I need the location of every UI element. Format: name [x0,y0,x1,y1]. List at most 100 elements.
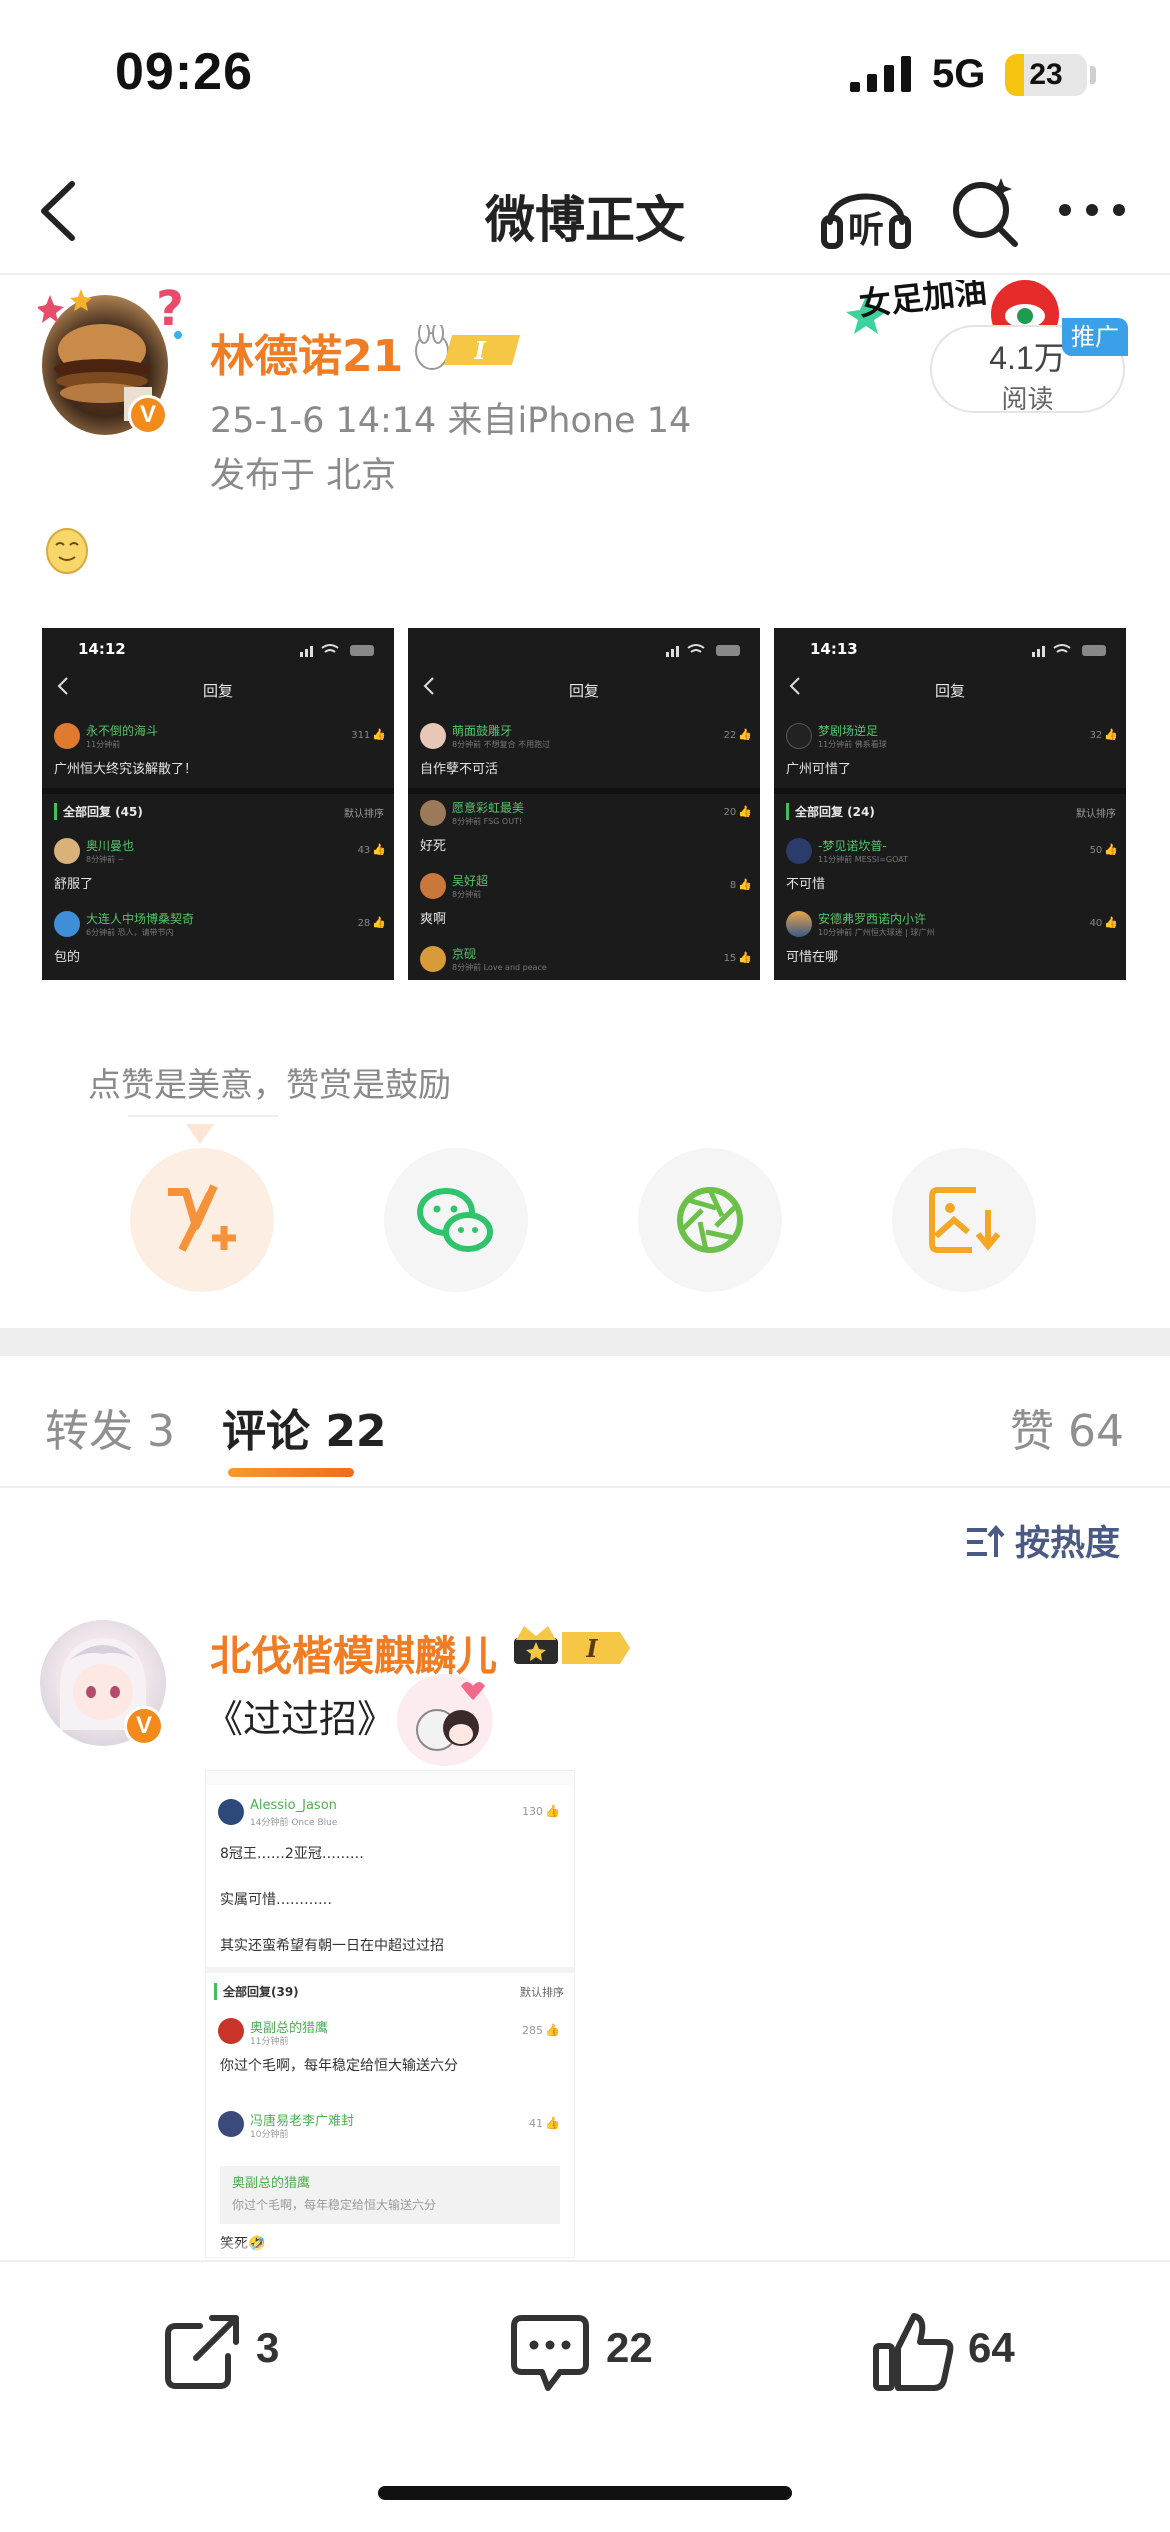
ci-sort: 默认排序 [520,1986,564,1999]
author-avatar[interactable]: ? V [38,285,184,440]
network-type: 5G [932,52,986,96]
thumb-name: 奥川曼也 [86,839,135,853]
reward-button[interactable] [130,1148,274,1292]
thumb-name: 大连人中场博桑契奇 [86,912,195,926]
party-decoration-icon: ? [38,285,184,339]
post-location: 发布于 北京 [210,456,397,496]
active-tab-indicator [228,1468,354,1477]
more-icon[interactable] [1055,180,1129,240]
thumb-likes: 8 [730,878,752,891]
thumb-divider [774,788,1126,794]
thumb-title: 回复 [934,682,965,700]
ci-sub: 10分钟前 [250,2130,289,2140]
sort-label: 按热度 [1015,1524,1121,1564]
thumb-section: 全部回复 (45) [54,803,143,820]
thumb-time: 14:13 [810,640,858,658]
thumb-likes: 32 [1090,728,1118,741]
reward-hint: 点赞是美意，赞赏是鼓励 [88,1065,451,1104]
ci-name: Alessio_Jason [250,1798,337,1813]
tab-comments[interactable]: 评论 22 [222,1395,387,1459]
battery-level: 23 [1029,58,1063,91]
share-wechat-button[interactable] [384,1148,528,1292]
save-image-icon [929,1187,1001,1253]
ci-section: 全部回复(39) [214,1983,299,2000]
ci-quote-text: 你过个毛啊，每年稳定给恒大输送六分 [232,2198,437,2212]
thumb-sub: 8分钟前 ~ [86,855,125,864]
share-arrow-icon [165,2315,239,2389]
verified-badge: V [128,395,168,435]
ci-line: 8冠王……2亚冠……… [220,1846,364,1862]
moments-aperture-icon [677,1187,743,1253]
thumb-likes: 43 [358,843,386,856]
share-moments-button[interactable] [638,1148,782,1292]
commenter-avatar[interactable]: V [40,1620,175,1750]
post-image-2[interactable]: 回复 萌面鼓雕牙 8分钟前 不想复合 不用跑过 22 自作孽不可活 愿意彩虹最美… [408,628,760,980]
author-name[interactable]: 林德诺21 [210,320,403,384]
home-indicator[interactable] [378,2486,792,2500]
save-image-button[interactable] [892,1148,1036,1292]
thumb-sub: 8分钟前 Love and peace [452,963,547,972]
ci-sub: 14分钟前 Once Blue [250,1818,338,1828]
thumb-text: 爽啊 [420,912,447,927]
thumb-status-icons [300,644,374,657]
thumb-sub: 8分钟前 [452,890,482,899]
ci-divider [206,1967,574,1973]
thumb-sub: 10分钟前 广州恒大球迷 | 球广州 [818,928,935,937]
comment-count: 22 [606,2324,653,2371]
smile-face-emoji [46,528,88,574]
thumb-likes: 40 [1090,916,1118,929]
ci-avatar [218,1799,244,1825]
ci-likes: 130 [522,1804,560,1818]
tooltip-pointer [186,1124,214,1144]
svg-text:?: ? [156,285,184,337]
thumb-title: 回复 [568,682,599,700]
listen-headphones-icon[interactable]: 听 [820,172,912,252]
repost-button[interactable]: 3 [160,2310,320,2394]
ad-tag: 推广 [1062,318,1128,356]
tab-repost[interactable]: 转发 3 [45,1395,175,1459]
thumb-text: 可惜在哪 [786,950,839,965]
thumb-avatar [786,723,812,749]
promo-sticker-text: 女足加油 [857,280,988,323]
member-level-badge: I [415,325,520,370]
thumb-sub: 6分钟前 恐人，请带节内 [86,928,174,937]
thumb-name: 京砚 [452,947,477,961]
like-count: 64 [968,2324,1015,2371]
wechat-icon [417,1188,493,1252]
svg-text:I: I [585,1634,598,1663]
signal-icon [850,56,911,92]
thumb-name: 永不倒的海斗 [86,724,159,738]
search-icon[interactable] [945,172,1025,252]
ci-sub: 11分钟前 [250,2037,289,2047]
thumb-likes: 15 [724,951,752,964]
read-label: 阅读 [1001,385,1054,415]
thumb-sort: 默认排序 [344,809,384,820]
post-image-1[interactable]: 14:12 回复 永不倒的海斗 11分钟前 311 广州恒大终究该解散了！ 全部… [42,628,394,980]
thumb-text: 不可惜 [786,877,826,892]
thumb-name: -梦见诺坎普- [818,839,887,853]
post-image-3[interactable]: 14:13 回复 梦剧场逆足 11分钟前 佛系看球 32 广州可惜了 全部回复 … [774,628,1126,980]
comment-image[interactable]: Alessio_Jason 14分钟前 Once Blue 130 8冠王……2… [205,1770,575,2258]
thumb-text: 自作孽不可活 [420,762,499,777]
reward-hint-underline [128,1115,278,1117]
thumb-sub: 11分钟前 佛系看球 [818,740,887,749]
ci-line: 其实还蛮希望有朝一日在中超过过招 [220,1938,444,1954]
thumb-likes: 28 [358,916,386,929]
thumb-avatar [54,911,80,937]
comment-button[interactable]: 22 [508,2310,698,2394]
thumb-sub: 11分钟前 MESSI=GOAT [818,855,908,864]
thumb-avatar [420,723,446,749]
thumb-title: 回复 [202,682,233,700]
thumb-likes: 311 [351,728,386,741]
thumb-text: 舒服了 [54,877,94,892]
thumb-text: 广州恒大终究该解散了！ [54,762,198,777]
like-button[interactable]: 64 [872,2310,1052,2394]
sort-by-hot-button[interactable]: 按热度 [965,1515,1120,1565]
battery-cap [1090,66,1096,84]
thumb-status-icons [1032,644,1106,657]
comment-text: 《过过招》 [205,1697,396,1741]
thumb-avatar [786,838,812,864]
verified-badge: V [124,1706,164,1746]
tab-likes[interactable]: 赞 64 [1010,1395,1124,1459]
thumb-text: 好死 [420,839,447,854]
